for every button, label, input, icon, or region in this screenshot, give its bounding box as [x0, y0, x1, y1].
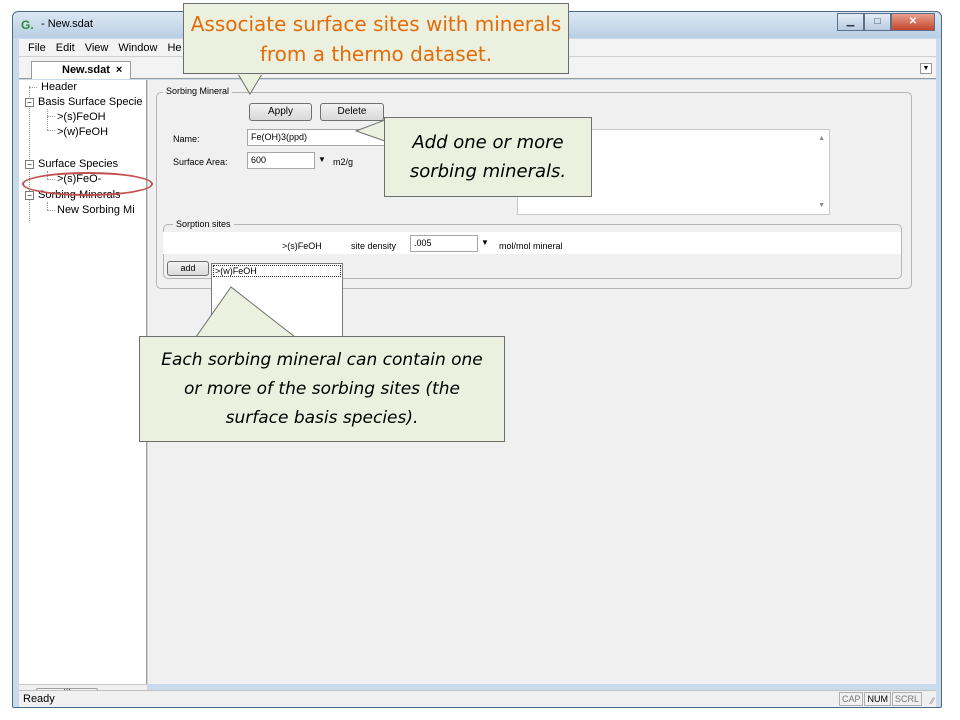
callout-associate-sites: Associate surface sites with minerals fr…: [183, 3, 569, 74]
callout-sorbing-sites: Each sorbing mineral can contain one or …: [139, 336, 505, 442]
callout-add-minerals: Add one or more sorbing minerals.: [384, 117, 592, 197]
